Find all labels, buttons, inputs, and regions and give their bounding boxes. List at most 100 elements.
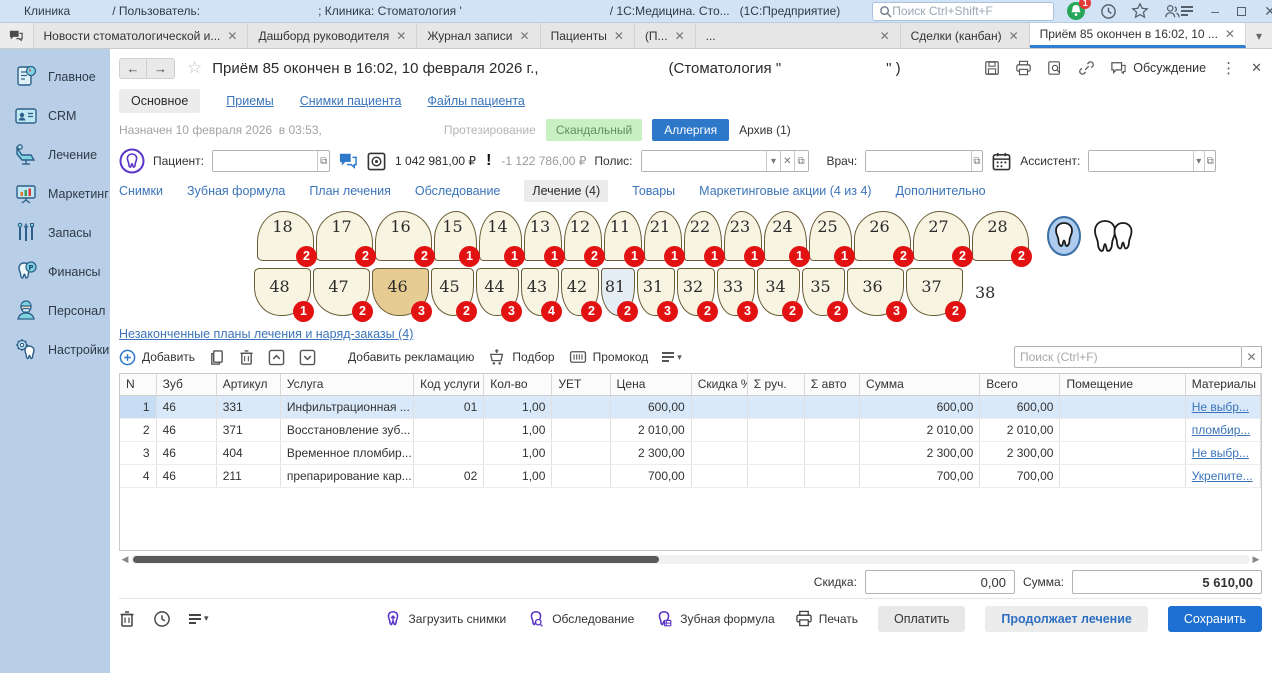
jaw-selected-icon[interactable] (1045, 215, 1083, 257)
table-cell[interactable]: 404 (216, 441, 280, 464)
tooth-11[interactable]: 111 (604, 211, 642, 261)
status-tag[interactable]: Скандальный (546, 119, 642, 141)
table-row[interactable]: 246371Восстановление зуб...1,002 010,002… (120, 418, 1261, 441)
tooth-36[interactable]: 363 (847, 268, 904, 316)
dental-formula-button[interactable]: Зубная формула (654, 609, 774, 629)
tab-close-icon[interactable]: ✕ (675, 29, 685, 43)
window-tab[interactable]: Сделки (канбан)✕ (901, 23, 1030, 48)
window-tab[interactable]: Новости стоматологической и...✕ (34, 23, 249, 48)
tooth-37[interactable]: 372 (906, 268, 963, 316)
tooth-46[interactable]: 463 (372, 268, 429, 316)
tooth-45[interactable]: 452 (431, 268, 474, 316)
table-cell[interactable]: 600,00 (860, 395, 980, 418)
tooth-33[interactable]: 333 (717, 268, 755, 316)
patient-avatar[interactable] (119, 148, 145, 174)
footer-more-menu[interactable]: ▾ (189, 613, 209, 624)
scrollbar-track[interactable] (131, 555, 1250, 564)
favorites-star-icon[interactable] (1131, 2, 1149, 20)
section-tab[interactable]: Лечение (4) (524, 180, 608, 202)
tooth-47[interactable]: 472 (313, 268, 370, 316)
minimize-icon[interactable]: – (1211, 4, 1219, 18)
table-cell[interactable] (691, 395, 747, 418)
column-header[interactable]: Скидка % (691, 374, 747, 395)
table-cell[interactable] (414, 441, 484, 464)
tooth-32[interactable]: 322 (677, 268, 715, 316)
chat-icon[interactable] (338, 152, 358, 170)
table-cell[interactable]: 2 010,00 (980, 418, 1060, 441)
tooth-28[interactable]: 282 (972, 211, 1029, 261)
patient-open-icon[interactable]: ⧉ (317, 151, 329, 171)
table-cell[interactable] (552, 464, 610, 487)
tooth-35[interactable]: 352 (802, 268, 845, 316)
tab-close-icon[interactable]: ✕ (396, 29, 406, 43)
forward-button[interactable]: → (147, 58, 175, 79)
table-cell[interactable]: 1,00 (484, 464, 552, 487)
add-button[interactable]: Добавить (119, 349, 195, 366)
section-tab[interactable]: Снимки (119, 184, 163, 198)
scroll-left-icon[interactable]: ◀ (119, 554, 131, 565)
footer-history-icon[interactable] (153, 610, 171, 628)
column-header[interactable]: Услуга (280, 374, 413, 395)
table-cell[interactable]: 700,00 (610, 464, 691, 487)
subnav-link[interactable]: Приемы (226, 94, 273, 108)
close-window-icon[interactable]: ✕ (1264, 4, 1272, 18)
delete-row-icon[interactable] (239, 349, 254, 366)
tooth-18[interactable]: 182 (257, 211, 314, 261)
tooth-44[interactable]: 443 (476, 268, 519, 316)
more-actions-icon[interactable]: ⋮ (1221, 59, 1236, 77)
polis-clear-icon[interactable]: ✕ (780, 151, 794, 171)
column-header[interactable]: Артикул (216, 374, 280, 395)
tooth-81[interactable]: 812 (601, 268, 635, 316)
assistant-dropdown-icon[interactable]: ▾ (1193, 151, 1204, 171)
table-row[interactable]: 346404Временное пломбир...1,002 300,002 … (120, 441, 1261, 464)
table-cell[interactable]: Восстановление зуб... (280, 418, 413, 441)
restore-icon[interactable] (1237, 7, 1246, 16)
section-tab[interactable]: Товары (632, 184, 675, 198)
table-cell[interactable]: Укрепите... (1185, 464, 1260, 487)
status-tag[interactable]: Аллергия (652, 119, 729, 141)
table-cell[interactable]: пломбир... (1185, 418, 1260, 441)
subnav-link[interactable]: Файлы пациента (427, 94, 524, 108)
table-cell[interactable]: 02 (414, 464, 484, 487)
tab-close-icon[interactable]: ✕ (1009, 29, 1019, 43)
table-cell[interactable] (1060, 441, 1185, 464)
table-cell[interactable]: 46 (156, 395, 216, 418)
link-icon[interactable] (1078, 60, 1095, 76)
scroll-right-icon[interactable]: ▶ (1250, 554, 1262, 565)
polis-input[interactable] (642, 151, 767, 171)
sidebar-item-персонал[interactable]: Персонал (0, 293, 110, 329)
table-cell[interactable] (552, 418, 610, 441)
tooth-43[interactable]: 434 (521, 268, 559, 316)
table-search-clear-icon[interactable]: ✕ (1242, 346, 1262, 368)
promo-code-button[interactable]: Промокод (569, 350, 649, 364)
doctor-input[interactable] (866, 151, 970, 171)
assistant-input[interactable] (1089, 151, 1192, 171)
column-header[interactable]: Код услуги (414, 374, 484, 395)
table-cell[interactable] (747, 441, 804, 464)
jaw-pair-icon[interactable] (1091, 219, 1137, 253)
unfinished-plans-link[interactable]: Незаконченные планы лечения и наряд-зака… (119, 327, 413, 341)
window-tab[interactable]: (П...✕ (635, 23, 696, 48)
sidebar-item-главное[interactable]: Главное (0, 59, 110, 95)
continue-treatment-button[interactable]: Продолжает лечение (985, 606, 1147, 632)
table-cell[interactable]: 46 (156, 441, 216, 464)
sidebar-item-настройки[interactable]: Настройки (0, 332, 110, 368)
table-cell[interactable]: Временное пломбир... (280, 441, 413, 464)
material-link[interactable]: Не выбр... (1192, 400, 1249, 414)
preview-icon[interactable] (1047, 60, 1063, 76)
table-cell[interactable]: 2 300,00 (980, 441, 1060, 464)
tab-close-icon[interactable]: ✕ (1225, 27, 1235, 41)
discussion-button[interactable]: Обсуждение (1110, 61, 1206, 76)
window-tab[interactable]: Приём 85 окончен в 16:02, 10 ...✕ (1030, 23, 1246, 48)
tooth-16[interactable]: 162 (375, 211, 432, 261)
tab-close-icon[interactable]: ✕ (880, 29, 890, 43)
column-header[interactable]: N (120, 374, 156, 395)
tooth-15[interactable]: 151 (434, 211, 477, 261)
table-row[interactable]: 146331Инфильтрационная ...011,00600,0060… (120, 395, 1261, 418)
table-cell[interactable]: 1 (120, 395, 156, 418)
tooth-21[interactable]: 211 (644, 211, 682, 261)
tooth-22[interactable]: 221 (684, 211, 722, 261)
table-cell[interactable] (691, 441, 747, 464)
global-search-input[interactable] (892, 4, 1047, 18)
column-header[interactable]: Сумма (860, 374, 980, 395)
